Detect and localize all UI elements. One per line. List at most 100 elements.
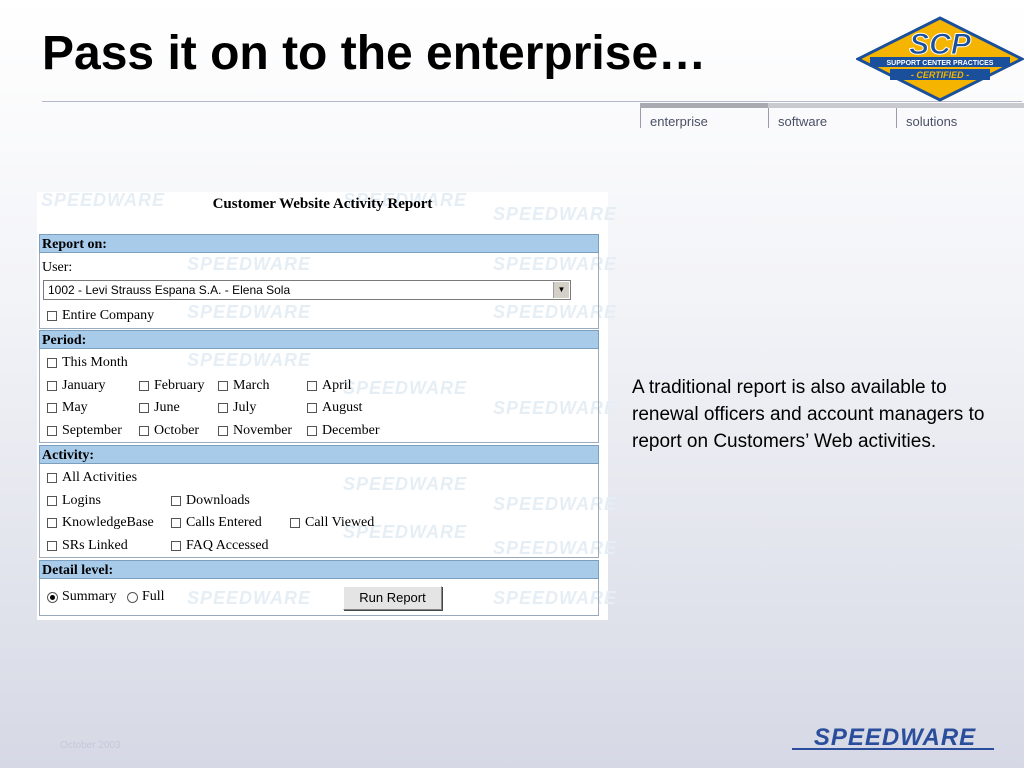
nav-tab-solutions[interactable]: solutions — [896, 103, 1024, 129]
checkbox-label: July — [233, 400, 257, 415]
scp-certified-logo: SCP SUPPORT CENTER PRACTICES - CERTIFIED… — [856, 16, 1024, 102]
month-checkbox-september[interactable]: September — [47, 423, 122, 439]
checkbox-box[interactable] — [47, 496, 57, 506]
activity-checkbox-call-viewed[interactable]: Call Viewed — [290, 515, 374, 531]
checkbox-box[interactable] — [47, 541, 57, 551]
all-activities-checkbox[interactable]: All Activities — [47, 470, 137, 486]
checkbox-label: Logins — [62, 493, 101, 508]
user-select-value: 1002 - Levi Strauss Espana S.A. - Elena … — [48, 283, 291, 297]
checkbox-label: January — [62, 378, 106, 393]
checkbox-box[interactable] — [307, 381, 317, 391]
month-checkbox-may[interactable]: May — [47, 400, 88, 416]
checkbox-label: Call Viewed — [305, 515, 375, 530]
checkbox-box[interactable] — [139, 403, 149, 413]
checkbox-box[interactable] — [139, 381, 149, 391]
month-checkbox-october[interactable]: October — [139, 423, 199, 439]
checkbox-box[interactable] — [47, 381, 57, 391]
nav-tab-label: solutions — [906, 114, 958, 129]
radio-label: Full — [142, 589, 165, 604]
checkbox-box[interactable] — [307, 426, 317, 436]
checkbox-box[interactable] — [139, 426, 149, 436]
checkbox-label: KnowledgeBase — [62, 515, 154, 530]
nav-tab-label: software — [778, 114, 828, 129]
activity-checkbox-faq-accessed[interactable]: FAQ Accessed — [171, 538, 269, 554]
month-checkbox-april[interactable]: April — [307, 378, 352, 394]
section-header-report-on: Report on: — [39, 234, 599, 253]
scp-certified-text: - CERTIFIED - — [911, 70, 969, 80]
checkbox-label: May — [62, 400, 88, 415]
nav-tab-enterprise[interactable]: enterprise — [640, 103, 768, 129]
activity-checkbox-srs-linked[interactable]: SRs Linked — [47, 538, 128, 554]
nav-tab-software[interactable]: software — [768, 103, 896, 129]
slide-title: Pass it on to the enterprise… — [42, 27, 707, 80]
checkbox-box[interactable] — [47, 426, 57, 436]
checkbox-label: April — [322, 378, 352, 393]
checkbox-box[interactable] — [171, 518, 181, 528]
checkbox-label: Downloads — [186, 493, 250, 508]
checkbox-box[interactable] — [171, 541, 181, 551]
checkbox-box[interactable] — [171, 496, 181, 506]
checkbox-box[interactable] — [47, 311, 57, 321]
nav-tab-label: enterprise — [650, 114, 708, 129]
checkbox-label: SRs Linked — [62, 538, 128, 553]
section-header-activity: Activity: — [39, 445, 599, 464]
report-title: Customer Website Activity Report — [212, 196, 433, 212]
checkbox-label: March — [233, 378, 270, 393]
user-select[interactable]: 1002 - Levi Strauss Espana S.A. - Elena … — [43, 280, 571, 300]
checkbox-label: October — [154, 423, 200, 438]
month-checkbox-january[interactable]: January — [47, 378, 106, 394]
speedware-logo-text: SPEEDWARE — [814, 724, 976, 751]
checkbox-box[interactable] — [218, 381, 228, 391]
checkbox-label: November — [233, 423, 293, 438]
radio-dot-selected[interactable] — [47, 591, 58, 603]
month-checkbox-august[interactable]: August — [307, 400, 362, 416]
checkbox-label: FAQ Accessed — [186, 538, 269, 553]
nav-tabs: enterprise software solutions — [640, 103, 1024, 129]
month-checkbox-december[interactable]: December — [307, 423, 380, 439]
slide-description: A traditional report is also available t… — [632, 377, 985, 452]
month-checkbox-june[interactable]: June — [139, 400, 180, 416]
section-header-period: Period: — [39, 330, 599, 349]
scp-band-text: SUPPORT CENTER PRACTICES — [887, 60, 994, 67]
section-header-detail-level: Detail level: — [39, 560, 599, 579]
checkbox-label: December — [322, 423, 380, 438]
checkbox-label: August — [322, 400, 363, 415]
scp-logo-text: SCP — [909, 28, 972, 61]
checkbox-box[interactable] — [47, 358, 57, 368]
entire-company-checkbox[interactable]: Entire Company — [47, 308, 154, 324]
checkbox-label: September — [62, 423, 122, 438]
month-checkbox-march[interactable]: March — [218, 378, 270, 394]
summary-radio[interactable]: Summary — [47, 589, 116, 605]
checkbox-label: February — [154, 378, 205, 393]
activity-checkbox-calls-entered[interactable]: Calls Entered — [171, 515, 262, 531]
checkbox-label: Calls Entered — [186, 515, 262, 530]
month-checkbox-july[interactable]: July — [218, 400, 256, 416]
section-detail-level — [39, 579, 599, 616]
checkbox-box[interactable] — [47, 473, 57, 483]
activity-checkbox-logins[interactable]: Logins — [47, 493, 101, 509]
activity-report-form: SPEEDWARE SPEEDWARE SPEEDWARE SPEEDWARE … — [37, 190, 616, 620]
this-month-checkbox[interactable]: This Month — [47, 355, 128, 371]
activity-checkbox-knowledgebase[interactable]: KnowledgeBase — [47, 515, 154, 531]
checkbox-box[interactable] — [47, 518, 57, 528]
checkbox-box[interactable] — [47, 403, 57, 413]
radio-label: Summary — [62, 589, 117, 604]
checkbox-label: Entire Company — [62, 308, 155, 323]
chevron-down-icon[interactable]: ▼ — [553, 282, 569, 298]
month-checkbox-november[interactable]: November — [218, 423, 292, 439]
user-label: User: — [42, 260, 73, 275]
checkbox-box[interactable] — [218, 403, 228, 413]
checkbox-label: This Month — [62, 355, 128, 370]
run-report-button[interactable]: Run Report — [343, 586, 442, 610]
month-checkbox-february[interactable]: February — [139, 378, 205, 394]
full-radio[interactable]: Full — [127, 589, 165, 605]
checkbox-box[interactable] — [218, 426, 228, 436]
footer-date: October 2003 — [60, 740, 121, 751]
checkbox-box[interactable] — [307, 403, 317, 413]
speedware-logo: SPEEDWARE — [792, 724, 994, 751]
checkbox-box[interactable] — [290, 518, 300, 528]
activity-checkbox-downloads[interactable]: Downloads — [171, 493, 250, 509]
radio-dot[interactable] — [127, 591, 138, 603]
checkbox-label: All Activities — [62, 470, 138, 485]
checkbox-label: June — [154, 400, 180, 415]
